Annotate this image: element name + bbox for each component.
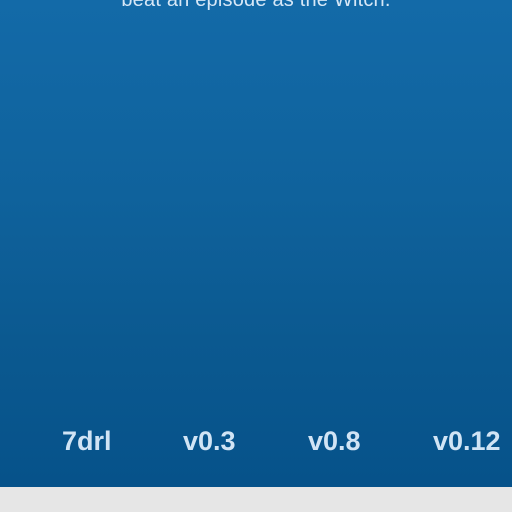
version-link-7drl[interactable]: 7drl [62, 424, 112, 458]
hero-panel: beat an episode as the Witch. 7drl v0.3 … [0, 0, 512, 487]
version-link-v0-3[interactable]: v0.3 [183, 424, 236, 458]
page: beat an episode as the Witch. 7drl v0.3 … [0, 0, 512, 512]
version-link-v0-12[interactable]: v0.12 [433, 424, 501, 458]
version-link-v0-8[interactable]: v0.8 [308, 424, 361, 458]
hero-caption: beat an episode as the Witch. [121, 0, 391, 11]
footer-strip [0, 487, 512, 512]
version-timeline: 7drl v0.3 v0.8 v0.12 [0, 424, 512, 458]
